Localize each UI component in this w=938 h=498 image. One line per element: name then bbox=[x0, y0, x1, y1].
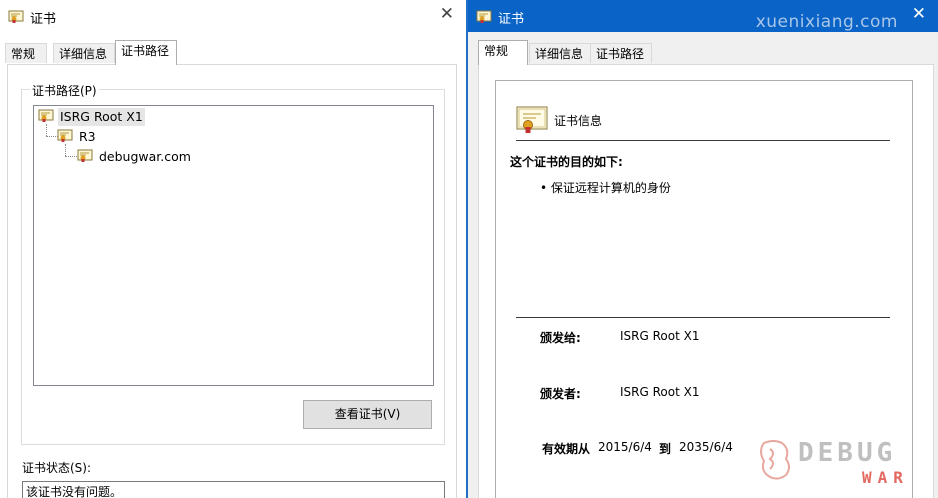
issued-by-value: ISRG Root X1 bbox=[620, 385, 700, 399]
valid-to-label: 到 bbox=[659, 442, 672, 456]
title-bar: 证书 ✕ bbox=[0, 0, 466, 32]
cert-info-large-icon bbox=[516, 103, 548, 138]
purpose-item: • 保证远程计算机的身份 bbox=[540, 181, 671, 195]
cert-status-box[interactable]: 该证书没有问题。 bbox=[22, 481, 445, 498]
cert-path-label: 证书路径(P) bbox=[30, 82, 99, 99]
tree-connector bbox=[65, 156, 77, 157]
tree-node-label: ISRG Root X1 bbox=[58, 108, 145, 126]
certificate-icon bbox=[57, 127, 73, 148]
issued-to-value: ISRG Root X1 bbox=[620, 329, 700, 343]
tab-general[interactable]: 常规 bbox=[5, 43, 47, 63]
debugwar-logo: DEBUG WAR bbox=[754, 431, 930, 492]
valid-from-value: 2015/6/4 bbox=[598, 440, 652, 454]
close-icon[interactable]: ✕ bbox=[912, 4, 926, 24]
certificate-icon bbox=[38, 107, 54, 128]
purpose-heading: 这个证书的目的如下: bbox=[510, 155, 623, 169]
cert-status-label: 证书状态(S): bbox=[22, 461, 92, 475]
cert-path-panel: 证书路径(P) ISRG Root X1 R3 debugwar.com 查看证… bbox=[7, 64, 457, 498]
tree-node-label: R3 bbox=[79, 129, 96, 144]
watermark-text: xuenixiang.com bbox=[755, 12, 898, 32]
issued-to-label: 颁发给: bbox=[540, 331, 581, 345]
valid-to-value: 2035/6/4 bbox=[679, 440, 733, 454]
tab-general[interactable]: 常规 bbox=[478, 40, 528, 65]
tab-details[interactable]: 详细信息 bbox=[529, 43, 591, 63]
separator bbox=[516, 140, 890, 141]
window-title: 证书 bbox=[498, 12, 525, 27]
close-icon[interactable]: ✕ bbox=[440, 4, 454, 24]
tree-node-leaf[interactable]: debugwar.com bbox=[77, 148, 193, 166]
certificate-window-right: 证书 xuenixiang.com ✕ 常规 详细信息 证书路径 证书信息 这个… bbox=[466, 0, 938, 498]
logo-line1: DEBUG bbox=[798, 438, 896, 468]
separator bbox=[516, 317, 890, 318]
view-cert-button[interactable]: 查看证书(V) bbox=[303, 400, 432, 429]
valid-from-label: 有效期从 bbox=[542, 442, 591, 456]
tree-node-intermediate[interactable]: R3 bbox=[57, 128, 98, 146]
cert-status-text: 该证书没有问题。 bbox=[26, 485, 123, 498]
tab-cert-path[interactable]: 证书路径 bbox=[590, 43, 652, 63]
window-title: 证书 bbox=[30, 12, 57, 27]
tree-node-label: debugwar.com bbox=[99, 149, 191, 164]
issued-by-label: 颁发者: bbox=[540, 387, 581, 401]
tree-node-root[interactable]: ISRG Root X1 bbox=[38, 108, 145, 126]
purpose-text: 保证远程计算机的身份 bbox=[550, 181, 671, 195]
title-bar: 证书 xuenixiang.com ✕ bbox=[468, 0, 938, 32]
cert-path-tree[interactable]: ISRG Root X1 R3 debugwar.com bbox=[33, 105, 434, 386]
certificate-icon bbox=[476, 8, 492, 27]
certificate-window-left: 证书 ✕ 常规 详细信息 证书路径 证书路径(P) ISRG Root X1 R… bbox=[0, 0, 466, 498]
cert-info-heading: 证书信息 bbox=[554, 114, 603, 128]
tab-cert-path[interactable]: 证书路径 bbox=[115, 40, 177, 65]
certificate-icon bbox=[77, 147, 93, 168]
certificate-icon bbox=[8, 8, 24, 27]
tab-details[interactable]: 详细信息 bbox=[53, 43, 115, 63]
logo-line2: WAR bbox=[862, 468, 909, 487]
